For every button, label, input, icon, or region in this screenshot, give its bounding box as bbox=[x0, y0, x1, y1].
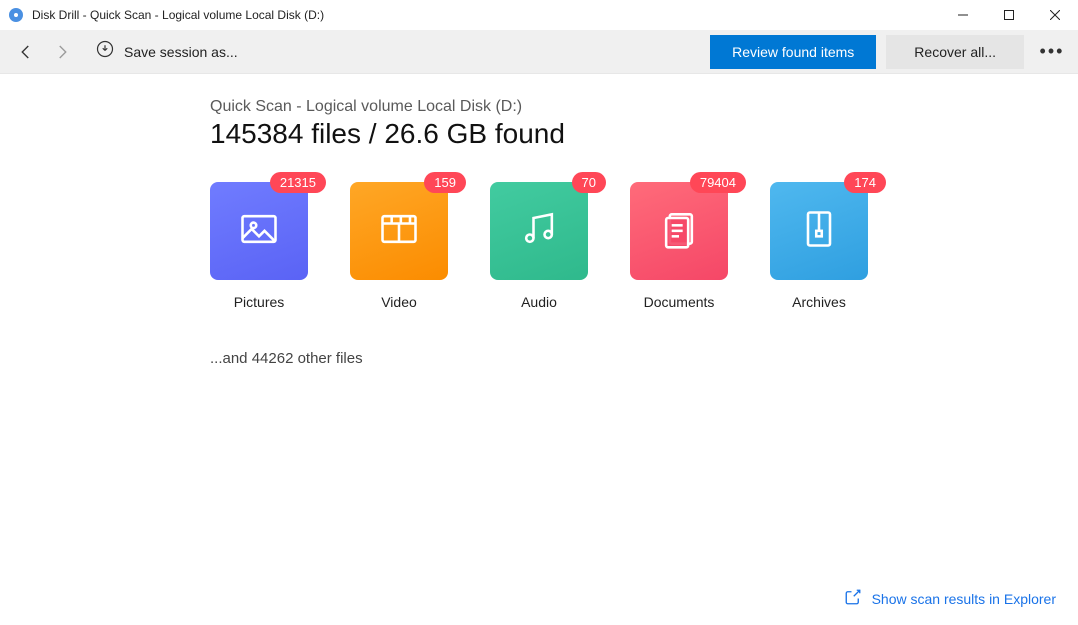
category-video[interactable]: 159 Video bbox=[350, 182, 448, 310]
pictures-icon bbox=[237, 207, 281, 256]
category-list: 21315 Pictures 159 Video 70 Audio bbox=[210, 182, 1078, 310]
audio-tile: 70 bbox=[490, 182, 588, 280]
archives-count-badge: 174 bbox=[844, 172, 886, 193]
scan-subtitle: Quick Scan - Logical volume Local Disk (… bbox=[210, 98, 1078, 116]
documents-tile: 79404 bbox=[630, 182, 728, 280]
audio-count-badge: 70 bbox=[572, 172, 606, 193]
video-label: Video bbox=[381, 294, 417, 310]
video-count-badge: 159 bbox=[424, 172, 466, 193]
review-found-items-button[interactable]: Review found items bbox=[710, 35, 876, 69]
archives-label: Archives bbox=[792, 294, 846, 310]
other-files-text: ...and 44262 other files bbox=[210, 350, 1078, 367]
category-archives[interactable]: 174 Archives bbox=[770, 182, 868, 310]
forward-button[interactable] bbox=[44, 34, 80, 70]
category-pictures[interactable]: 21315 Pictures bbox=[210, 182, 308, 310]
close-button[interactable] bbox=[1032, 0, 1078, 30]
audio-label: Audio bbox=[521, 294, 557, 310]
back-button[interactable] bbox=[8, 34, 44, 70]
recover-all-button[interactable]: Recover all... bbox=[886, 35, 1024, 69]
minimize-button[interactable] bbox=[940, 0, 986, 30]
main-content: Quick Scan - Logical volume Local Disk (… bbox=[0, 74, 1078, 367]
external-link-icon bbox=[844, 588, 862, 609]
pictures-label: Pictures bbox=[234, 294, 285, 310]
pictures-count-badge: 21315 bbox=[270, 172, 326, 193]
app-icon bbox=[8, 7, 24, 23]
video-tile: 159 bbox=[350, 182, 448, 280]
show-in-explorer-label: Show scan results in Explorer bbox=[872, 591, 1056, 607]
show-in-explorer-link[interactable]: Show scan results in Explorer bbox=[844, 588, 1056, 609]
documents-label: Documents bbox=[644, 294, 715, 310]
save-session-label: Save session as... bbox=[124, 44, 238, 60]
maximize-button[interactable] bbox=[986, 0, 1032, 30]
window-controls bbox=[940, 0, 1078, 30]
archives-icon bbox=[797, 207, 841, 256]
scan-headline: 145384 files / 26.6 GB found bbox=[210, 118, 1078, 150]
toolbar: Save session as... Review found items Re… bbox=[0, 30, 1078, 74]
category-audio[interactable]: 70 Audio bbox=[490, 182, 588, 310]
video-icon bbox=[377, 207, 421, 256]
more-menu-button[interactable]: ••• bbox=[1034, 34, 1070, 70]
window-titlebar: Disk Drill - Quick Scan - Logical volume… bbox=[0, 0, 1078, 30]
pictures-tile: 21315 bbox=[210, 182, 308, 280]
audio-icon bbox=[517, 207, 561, 256]
documents-count-badge: 79404 bbox=[690, 172, 746, 193]
save-session-button[interactable]: Save session as... bbox=[84, 34, 250, 70]
category-documents[interactable]: 79404 Documents bbox=[630, 182, 728, 310]
download-icon bbox=[96, 40, 114, 63]
documents-icon bbox=[657, 207, 701, 256]
archives-tile: 174 bbox=[770, 182, 868, 280]
window-title: Disk Drill - Quick Scan - Logical volume… bbox=[32, 8, 324, 22]
